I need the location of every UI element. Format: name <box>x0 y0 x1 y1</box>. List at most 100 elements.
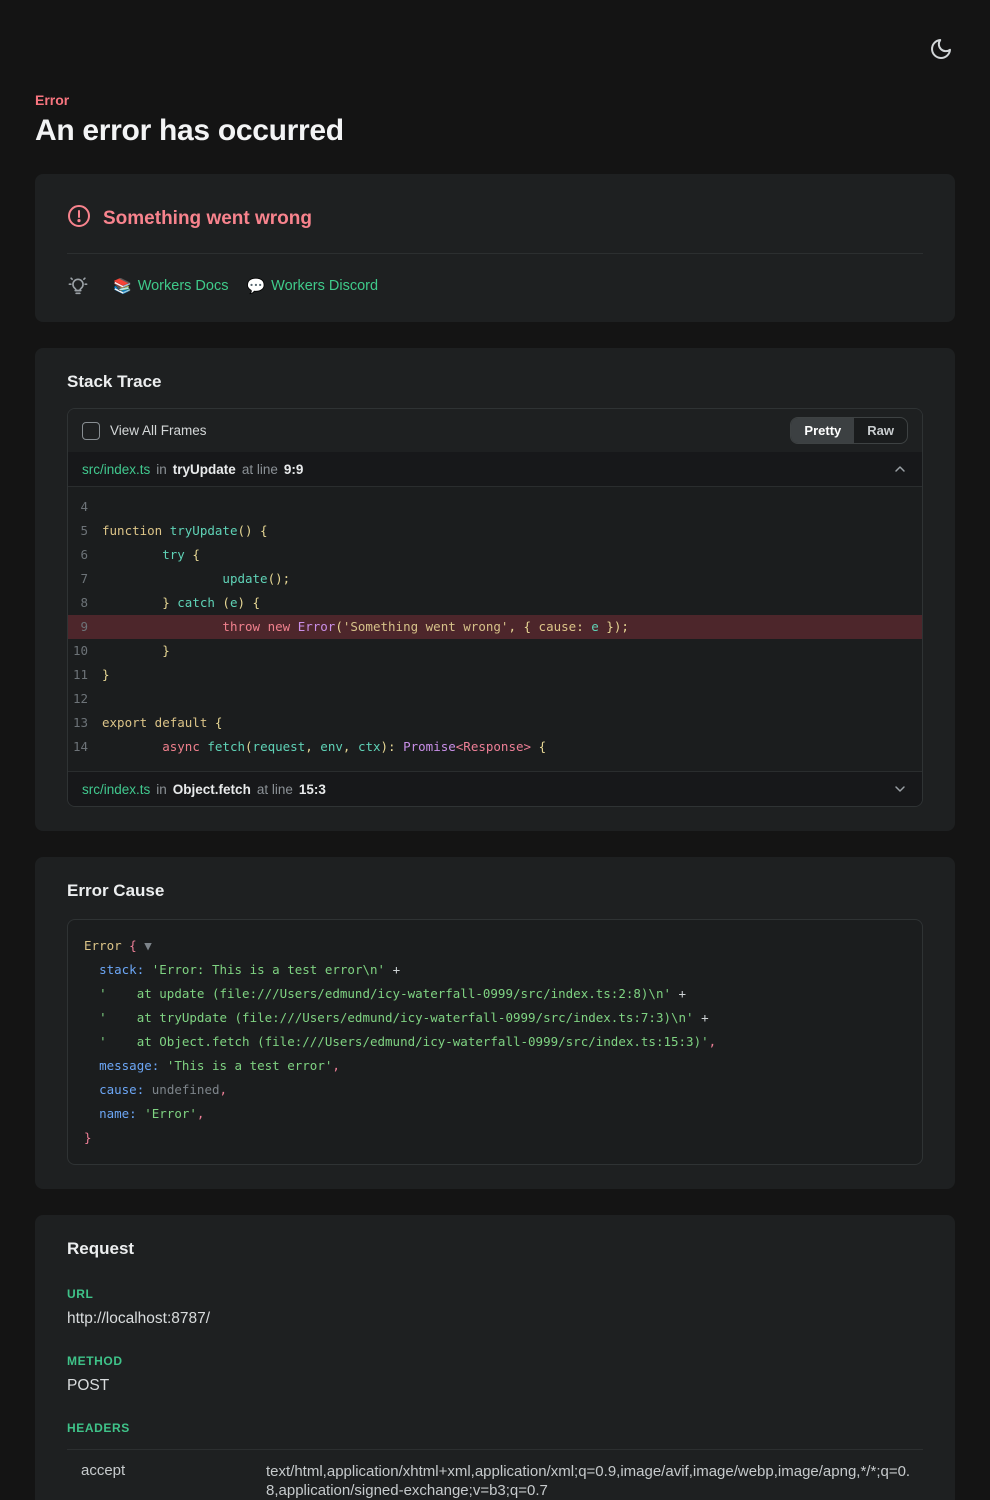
code-token: stack <box>99 962 137 977</box>
raw-view-button[interactable]: Raw <box>854 418 907 443</box>
code-token: undefined <box>152 1082 220 1097</box>
code-token: } <box>102 591 177 615</box>
stack-frame-header-object-fetch[interactable]: src/index.ts in Object.fetch at line 15:… <box>68 771 922 806</box>
page-title: An error has occurred <box>35 114 955 148</box>
view-all-frames-label: View All Frames <box>110 423 207 438</box>
url-label: URL <box>67 1287 923 1301</box>
frame-at-line-label: at line <box>257 782 293 797</box>
code-token: catch <box>177 591 215 615</box>
code-token: 'Error' <box>144 1106 197 1121</box>
code-token: 'Something went wrong' <box>343 615 509 639</box>
code-token: { <box>185 543 200 567</box>
code-line: 4 <box>68 495 922 519</box>
line-number: 13 <box>68 711 102 735</box>
code-token: cause <box>99 1082 137 1097</box>
code-token: , { <box>508 615 538 639</box>
code-token: : <box>137 1082 152 1097</box>
code-token <box>84 1106 99 1121</box>
code-line: 10 } <box>68 639 922 663</box>
view-all-frames-toggle[interactable]: View All Frames <box>82 422 207 440</box>
code-token: 'This is a test error' <box>167 1058 333 1073</box>
line-number: 10 <box>68 639 102 663</box>
error-eyebrow: Error <box>35 92 955 108</box>
code-token: ctx <box>358 735 381 759</box>
frame-at-line-label: at line <box>242 462 278 477</box>
code-token: , <box>709 1034 717 1049</box>
speech-balloon-icon: 💬 <box>246 277 265 295</box>
frame-function-name: Object.fetch <box>173 782 251 797</box>
workers-discord-link[interactable]: 💬 Workers Discord <box>246 277 378 295</box>
view-all-frames-checkbox[interactable] <box>82 422 100 440</box>
code-token: } <box>102 663 110 687</box>
workers-docs-link[interactable]: 📚 Workers Docs <box>113 277 228 295</box>
code-token: e <box>230 591 238 615</box>
code-token: } <box>84 1130 92 1145</box>
stack-trace-box: View All Frames Pretty Raw src/index.ts … <box>67 408 923 807</box>
theme-toggle-button[interactable] <box>927 34 955 64</box>
cause-line: ' at Object.fetch (file:///Users/edmund/… <box>84 1030 906 1054</box>
top-bar <box>35 0 955 64</box>
cause-line: ' at update (file:///Users/edmund/icy-wa… <box>84 982 906 1006</box>
code-line: 8 } catch (e) { <box>68 591 922 615</box>
alert-header: Something went wrong <box>67 198 923 254</box>
code-token: tryUpdate <box>170 519 238 543</box>
code-token: : <box>152 1058 167 1073</box>
code-token: update <box>222 567 267 591</box>
code-line: 5function tryUpdate() { <box>68 519 922 543</box>
code-token <box>84 1034 99 1049</box>
frame-file-name: src/index.ts <box>82 782 150 797</box>
alert-panel: Something went wrong 📚 Workers Docs 💬 Wo… <box>35 174 955 322</box>
code-token: : <box>129 1106 144 1121</box>
stack-trace-title: Stack Trace <box>67 372 923 392</box>
cause-line: message: 'This is a test error', <box>84 1054 906 1078</box>
code-token: <Response> <box>456 735 531 759</box>
line-number: 6 <box>68 543 102 567</box>
code-token <box>84 962 99 977</box>
code-token <box>84 1010 99 1025</box>
code-token: ( <box>245 735 253 759</box>
code-line: 11} <box>68 663 922 687</box>
code-token: : <box>137 962 152 977</box>
frame-function-name: tryUpdate <box>173 462 236 477</box>
code-token <box>84 986 99 1001</box>
code-token <box>84 1082 99 1097</box>
method-label: METHOD <box>67 1354 923 1368</box>
code-token: : <box>576 615 591 639</box>
code-token: request <box>253 735 306 759</box>
code-token <box>102 615 222 639</box>
header-value: text/html,application/xhtml+xml,applicat… <box>266 1462 923 1500</box>
cause-line: Error { ▼ <box>84 934 906 958</box>
code-token: message <box>99 1058 152 1073</box>
code-token: fetch <box>207 735 245 759</box>
code-token: } <box>102 639 170 663</box>
method-value: POST <box>67 1377 923 1395</box>
workers-docs-label: Workers Docs <box>138 278 229 294</box>
code-token: ▼ <box>137 938 152 953</box>
line-number: 14 <box>68 735 102 759</box>
pretty-view-button[interactable]: Pretty <box>791 418 854 443</box>
stack-frame-header-tryupdate[interactable]: src/index.ts in tryUpdate at line 9:9 <box>68 452 922 487</box>
frame-in-label: in <box>156 782 167 797</box>
code-token: ' at tryUpdate (file:///Users/edmund/icy… <box>99 1010 694 1025</box>
view-mode-segmented-control: Pretty Raw <box>790 417 908 444</box>
cause-line: cause: undefined, <box>84 1078 906 1102</box>
code-token: () { <box>237 519 267 543</box>
code-token: , <box>220 1082 228 1097</box>
source-code-view: 45function tryUpdate() {6 try {7 update(… <box>68 487 922 771</box>
request-panel: Request URL http://localhost:8787/ METHO… <box>35 1215 955 1500</box>
code-token: (); <box>268 567 291 591</box>
cause-line: } <box>84 1126 906 1150</box>
error-cause-title: Error Cause <box>67 881 923 901</box>
code-token: ' at update (file:///Users/edmund/icy-wa… <box>99 986 671 1001</box>
code-token: function <box>102 519 170 543</box>
code-token: name <box>99 1106 129 1121</box>
books-icon: 📚 <box>113 277 132 295</box>
code-token: 'Error: This is a test error\n' <box>152 962 385 977</box>
header-row: accepttext/html,application/xhtml+xml,ap… <box>67 1449 923 1500</box>
cause-line: ' at tryUpdate (file:///Users/edmund/icy… <box>84 1006 906 1030</box>
code-token: env <box>320 735 343 759</box>
code-token: cause <box>539 615 577 639</box>
code-token: , <box>332 1058 340 1073</box>
code-token: , <box>305 735 320 759</box>
code-token: ( <box>215 591 230 615</box>
